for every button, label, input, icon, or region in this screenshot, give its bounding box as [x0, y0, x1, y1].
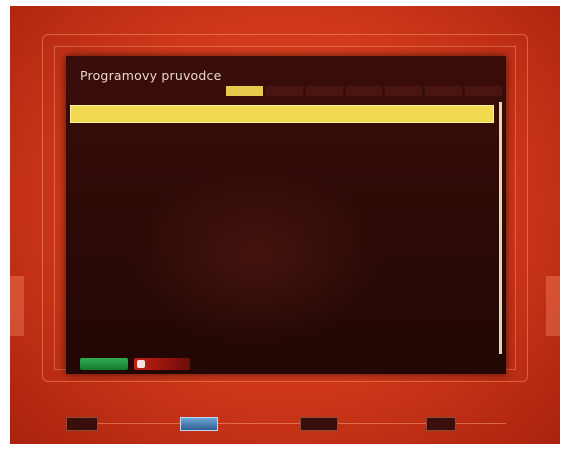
programme-row[interactable] [70, 227, 494, 252]
programme-row[interactable] [70, 178, 494, 203]
nav-button-2[interactable] [180, 417, 218, 431]
nav-button-3[interactable] [300, 417, 338, 431]
programme-row[interactable] [70, 277, 494, 302]
programme-row[interactable] [70, 302, 494, 327]
programme-row[interactable] [70, 252, 494, 277]
programme-row[interactable] [70, 202, 494, 227]
nav-button-4[interactable] [426, 417, 456, 431]
bottom-navigation-bar [38, 414, 538, 432]
day-tabs [226, 86, 503, 96]
day-tab-6[interactable] [425, 86, 463, 96]
red-function-button[interactable] [134, 358, 190, 370]
day-tab-3[interactable] [305, 86, 343, 96]
programme-list [70, 102, 494, 351]
day-tab-5[interactable] [385, 86, 423, 96]
programme-guide-panel: Programovy pruvodce [66, 56, 506, 374]
programme-row[interactable] [70, 326, 494, 351]
day-tab-4[interactable] [345, 86, 383, 96]
list-scrollbar[interactable] [499, 102, 502, 354]
right-side-tab [546, 276, 560, 336]
day-tab-2[interactable] [265, 86, 303, 96]
programme-row[interactable] [70, 128, 494, 153]
page-title: Programovy pruvodce [80, 68, 222, 83]
day-tab-1[interactable] [226, 86, 263, 96]
left-side-tab [10, 276, 24, 336]
programme-row-selected[interactable] [70, 105, 494, 123]
programme-row[interactable] [70, 153, 494, 178]
red-button-icon [137, 360, 145, 368]
day-tab-7[interactable] [465, 86, 503, 96]
tv-screen: Programovy pruvodce [10, 6, 560, 444]
nav-button-1[interactable] [66, 417, 98, 431]
green-function-button[interactable] [80, 358, 128, 370]
